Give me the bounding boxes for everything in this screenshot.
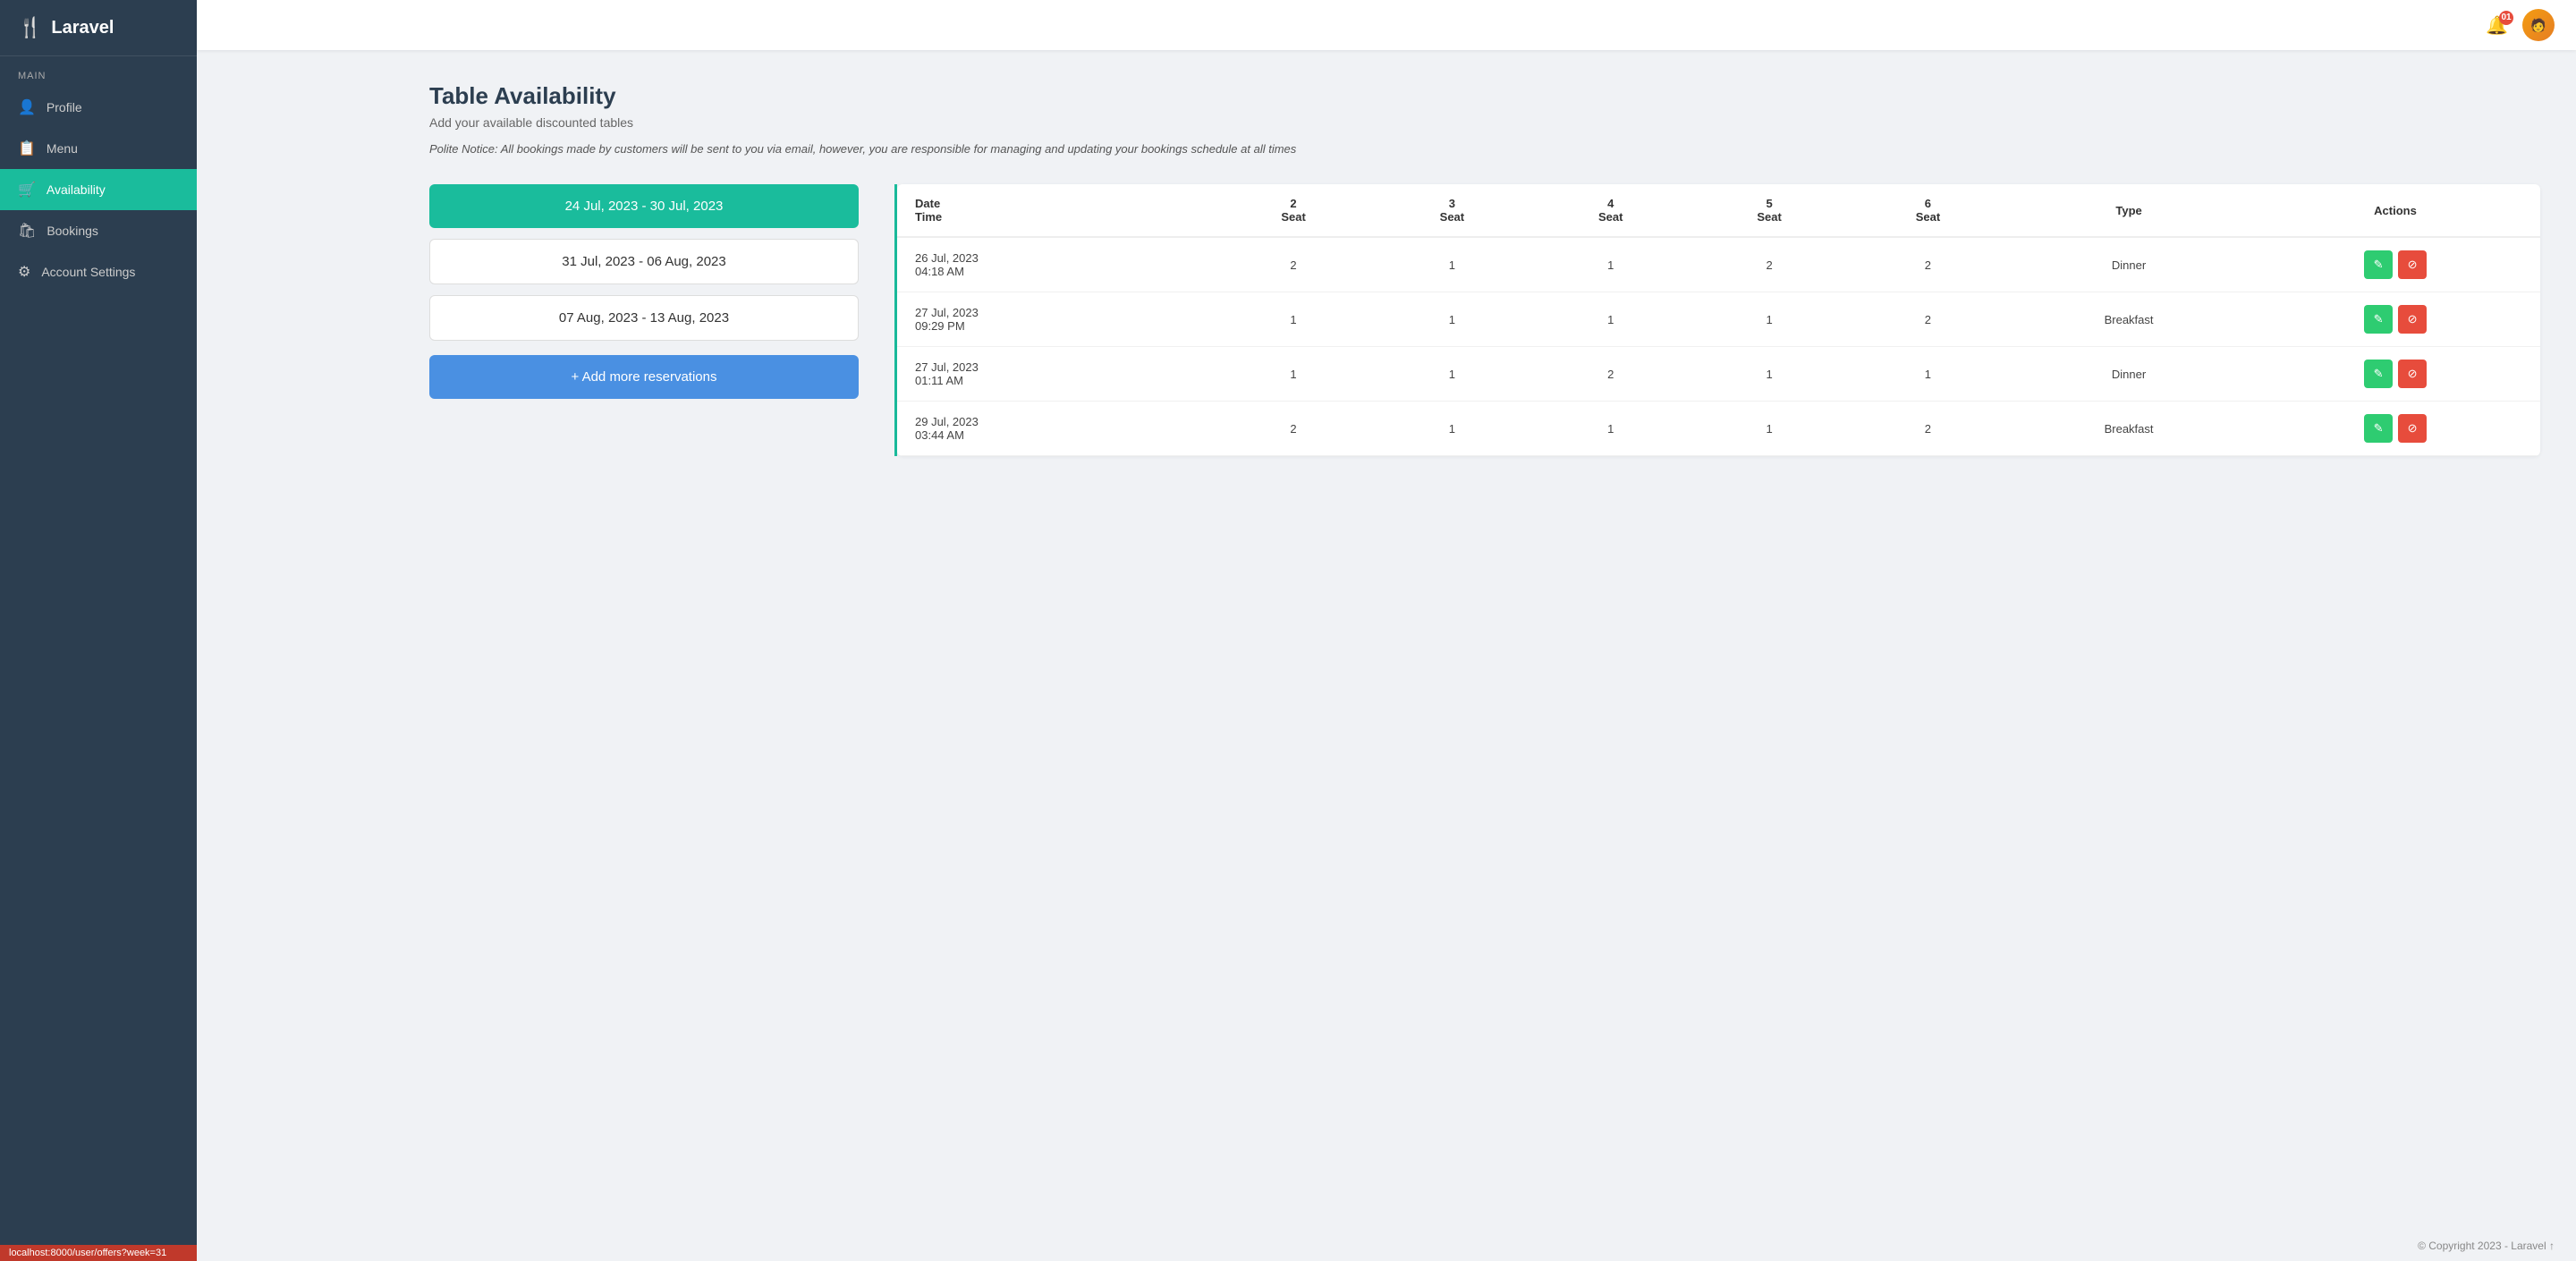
sidebar-item-bookings[interactable]: 🛍 Bookings	[0, 210, 197, 251]
week-btn-2[interactable]: 31 Jul, 2023 - 06 Aug, 2023	[429, 239, 859, 284]
cell-seat3-0: 1	[1373, 237, 1531, 292]
cell-type-0: Dinner	[2007, 237, 2250, 292]
profile-icon: 👤	[18, 98, 36, 116]
topbar: 🔔 01 🧑	[197, 0, 2576, 50]
footer-arrow: ↑	[2549, 1240, 2555, 1252]
delete-button-0[interactable]: ⊘	[2398, 250, 2427, 279]
cell-seat4-2: 2	[1531, 347, 1690, 402]
cell-seat3-3: 1	[1373, 402, 1531, 456]
cell-actions-3: ✎ ⊘	[2250, 402, 2540, 456]
cell-seat5-2: 1	[1690, 347, 1848, 402]
table-header-row: DateTime 2Seat 3Seat 4Seat 5Seat 6Seat T…	[897, 184, 2540, 237]
polite-notice: Polite Notice: All bookings made by cust…	[429, 142, 2540, 156]
table-row: 27 Jul, 202309:29 PM 1 1 1 1 2 Breakfast…	[897, 292, 2540, 347]
delete-button-1[interactable]: ⊘	[2398, 305, 2427, 334]
col-header-datetime: DateTime	[897, 184, 1214, 237]
sidebar-label-menu: Menu	[47, 141, 78, 156]
avatar-initials: 🧑	[2530, 18, 2546, 33]
col-header-type: Type	[2007, 184, 2250, 237]
cell-seat6-1: 2	[1849, 292, 2007, 347]
cell-seat2-1: 1	[1214, 292, 1372, 347]
table-row: 26 Jul, 202304:18 AM 2 1 1 2 2 Dinner ✎ …	[897, 237, 2540, 292]
sidebar-label-availability: Availability	[47, 182, 106, 197]
cell-type-3: Breakfast	[2007, 402, 2250, 456]
cell-actions-2: ✎ ⊘	[2250, 347, 2540, 402]
cell-seat2-2: 1	[1214, 347, 1372, 402]
cell-seat5-3: 1	[1690, 402, 1848, 456]
sidebar-label-account-settings: Account Settings	[41, 265, 135, 279]
cell-type-2: Dinner	[2007, 347, 2250, 402]
table-row: 27 Jul, 202301:11 AM 1 1 2 1 1 Dinner ✎ …	[897, 347, 2540, 402]
settings-icon: ⚙	[18, 263, 30, 281]
page-title: Table Availability	[429, 82, 2540, 110]
notification-bell[interactable]: 🔔 01	[2486, 14, 2508, 37]
cell-seat3-1: 1	[1373, 292, 1531, 347]
cell-seat2-0: 2	[1214, 237, 1372, 292]
logo-icon: 🍴	[18, 16, 42, 39]
menu-icon: 📋	[18, 140, 36, 157]
notification-badge: 01	[2499, 11, 2513, 25]
col-header-actions: Actions	[2250, 184, 2540, 237]
week-btn-3[interactable]: 07 Aug, 2023 - 13 Aug, 2023	[429, 295, 859, 341]
app-name: Laravel	[51, 18, 114, 38]
cell-datetime-1: 27 Jul, 202309:29 PM	[897, 292, 1214, 347]
topbar-icons: 🔔 01 🧑	[2486, 9, 2555, 41]
content-grid: 24 Jul, 2023 - 30 Jul, 2023 31 Jul, 2023…	[429, 184, 2540, 456]
page-subtitle: Add your available discounted tables	[429, 115, 2540, 130]
cell-type-1: Breakfast	[2007, 292, 2250, 347]
edit-button-3[interactable]: ✎	[2364, 414, 2393, 443]
cell-seat6-3: 2	[1849, 402, 2007, 456]
table-row: 29 Jul, 202303:44 AM 2 1 1 1 2 Breakfast…	[897, 402, 2540, 456]
cell-seat5-0: 2	[1690, 237, 1848, 292]
edit-button-0[interactable]: ✎	[2364, 250, 2393, 279]
col-header-seat3: 3Seat	[1373, 184, 1531, 237]
col-header-seat2: 2Seat	[1214, 184, 1372, 237]
left-panel: 24 Jul, 2023 - 30 Jul, 2023 31 Jul, 2023…	[429, 184, 859, 399]
copyright: © Copyright 2023 - Laravel	[2418, 1240, 2546, 1252]
main-content: Table Availability Add your available di…	[394, 50, 2576, 1261]
cell-seat6-2: 1	[1849, 347, 2007, 402]
availability-table: DateTime 2Seat 3Seat 4Seat 5Seat 6Seat T…	[897, 184, 2540, 456]
edit-button-1[interactable]: ✎	[2364, 305, 2393, 334]
availability-icon: 🛒	[18, 181, 36, 199]
cell-seat4-0: 1	[1531, 237, 1690, 292]
cell-actions-0: ✎ ⊘	[2250, 237, 2540, 292]
bookings-icon: 🛍	[18, 222, 36, 240]
avatar[interactable]: 🧑	[2522, 9, 2555, 41]
cell-datetime-3: 29 Jul, 202303:44 AM	[897, 402, 1214, 456]
col-header-seat4: 4Seat	[1531, 184, 1690, 237]
cell-seat3-2: 1	[1373, 347, 1531, 402]
sidebar-item-profile[interactable]: 👤 Profile	[0, 87, 197, 128]
cell-seat5-1: 1	[1690, 292, 1848, 347]
sidebar-item-account-settings[interactable]: ⚙ Account Settings	[0, 251, 197, 292]
cell-seat4-3: 1	[1531, 402, 1690, 456]
delete-button-2[interactable]: ⊘	[2398, 360, 2427, 388]
cell-seat2-3: 2	[1214, 402, 1372, 456]
availability-table-container: DateTime 2Seat 3Seat 4Seat 5Seat 6Seat T…	[897, 184, 2540, 456]
statusbar-url: localhost:8000/user/offers?week=31	[9, 1248, 166, 1258]
add-reservations-button[interactable]: + Add more reservations	[429, 355, 859, 399]
cell-seat4-1: 1	[1531, 292, 1690, 347]
sidebar-section-label: Main	[0, 56, 197, 87]
col-header-seat6: 6Seat	[1849, 184, 2007, 237]
right-panel-wrapper: DateTime 2Seat 3Seat 4Seat 5Seat 6Seat T…	[894, 184, 2540, 456]
edit-button-2[interactable]: ✎	[2364, 360, 2393, 388]
sidebar-logo: 🍴 Laravel	[0, 0, 197, 56]
cell-actions-1: ✎ ⊘	[2250, 292, 2540, 347]
sidebar-item-menu[interactable]: 📋 Menu	[0, 128, 197, 169]
sidebar-label-bookings: Bookings	[47, 224, 98, 238]
sidebar-item-availability[interactable]: 🛒 Availability	[0, 169, 197, 210]
sidebar: 🍴 Laravel Main 👤 Profile 📋 Menu 🛒 Availa…	[0, 0, 197, 1261]
statusbar: localhost:8000/user/offers?week=31	[0, 1245, 197, 1261]
cell-seat6-0: 2	[1849, 237, 2007, 292]
cell-datetime-0: 26 Jul, 202304:18 AM	[897, 237, 1214, 292]
week-btn-1[interactable]: 24 Jul, 2023 - 30 Jul, 2023	[429, 184, 859, 228]
footer: © Copyright 2023 - Laravel ↑	[2396, 1231, 2576, 1261]
sidebar-label-profile: Profile	[47, 100, 82, 114]
delete-button-3[interactable]: ⊘	[2398, 414, 2427, 443]
col-header-seat5: 5Seat	[1690, 184, 1848, 237]
cell-datetime-2: 27 Jul, 202301:11 AM	[897, 347, 1214, 402]
